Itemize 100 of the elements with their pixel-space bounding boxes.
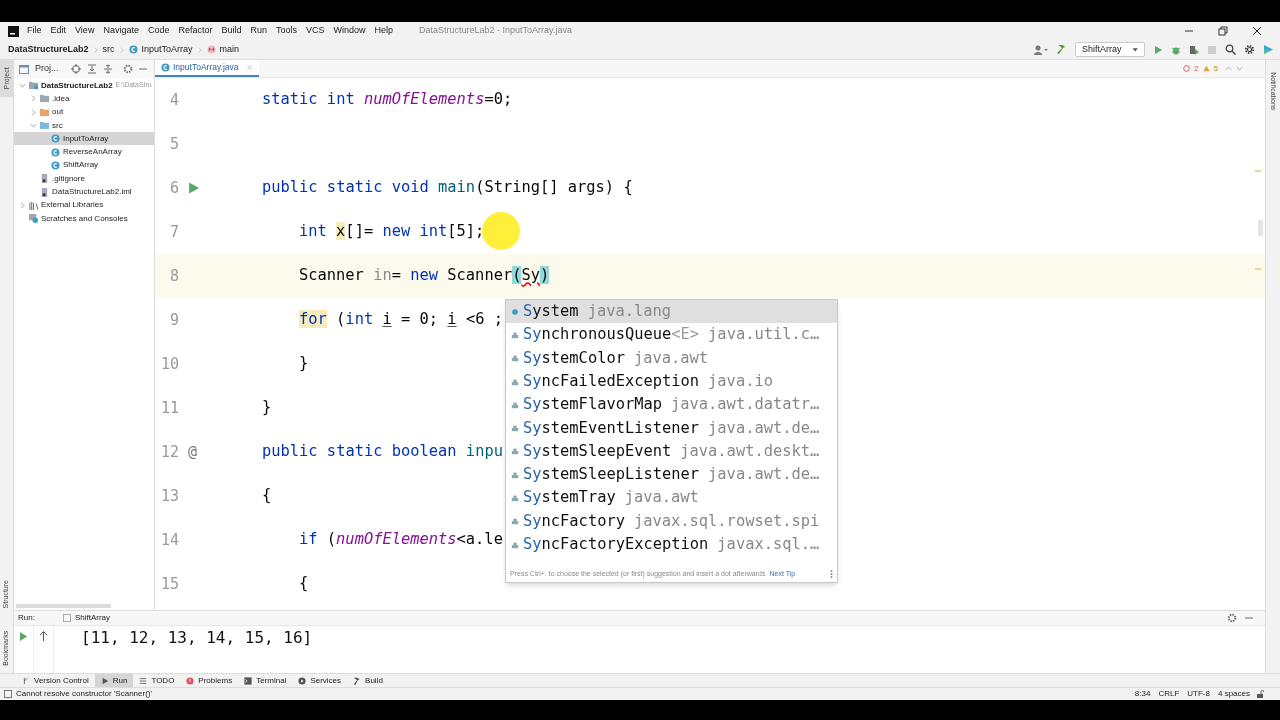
completion-item[interactable]: SyncFactoryException javax.sql.… bbox=[506, 532, 837, 557]
code-line: for (int i = 0; i <6 ; bbox=[299, 309, 503, 331]
library-icon bbox=[29, 200, 38, 210]
folder-icon bbox=[40, 121, 49, 131]
run-icon bbox=[100, 676, 109, 685]
completion-item[interactable]: SyncFailedException java.io bbox=[506, 369, 837, 394]
completion-item[interactable]: System java.lang bbox=[506, 300, 837, 324]
more-icon[interactable] bbox=[830, 570, 833, 578]
completion-item[interactable]: SyncFactory javax.sql.rowset.spi bbox=[506, 509, 837, 533]
menu-item[interactable]: View bbox=[75, 24, 95, 38]
plugin-icon[interactable] bbox=[1263, 44, 1274, 55]
hammer-icon[interactable] bbox=[1056, 44, 1067, 55]
completion-item[interactable]: SystemColor java.awt bbox=[506, 346, 837, 370]
tool-window-button[interactable]: Run bbox=[94, 674, 134, 687]
code-line: if (numOfElements<a.le bbox=[299, 529, 503, 551]
tree-item[interactable]: out bbox=[14, 105, 154, 119]
status-item[interactable]: UTF-8 bbox=[1187, 688, 1210, 700]
menu-item[interactable]: Edit bbox=[50, 24, 67, 38]
tree-item[interactable]: DataStructureLab2.iml bbox=[14, 185, 154, 199]
tree-item[interactable]: .idea bbox=[14, 92, 154, 106]
tree-item[interactable]: Scratches and Consoles bbox=[14, 211, 154, 226]
scrollbar-thumb[interactable] bbox=[1258, 220, 1263, 236]
close-icon[interactable] bbox=[1252, 26, 1262, 36]
locate-icon[interactable] bbox=[70, 64, 81, 74]
method-icon bbox=[206, 45, 216, 54]
class-icon bbox=[161, 63, 170, 72]
package-icon bbox=[511, 424, 519, 433]
tool-window-button[interactable]: Terminal bbox=[238, 674, 293, 687]
settings-icon[interactable] bbox=[122, 64, 133, 74]
line-number: 11 bbox=[159, 397, 179, 419]
tree-item[interactable]: InputToArray bbox=[14, 132, 154, 146]
menu-item[interactable]: Window bbox=[333, 24, 366, 38]
tree-item[interactable]: .gitignore bbox=[14, 172, 154, 186]
expand-all-icon[interactable] bbox=[102, 64, 113, 74]
completion-item[interactable]: SystemEventListener java.awt.de… bbox=[506, 416, 837, 440]
window-title: DataStructureLab2 - InputToArray.java bbox=[419, 24, 572, 38]
package-icon bbox=[511, 540, 519, 549]
run-tab[interactable]: ShiftArray bbox=[58, 612, 115, 625]
menu-item[interactable]: Tools bbox=[276, 24, 297, 38]
down-icon bbox=[1236, 65, 1243, 72]
tree-item[interactable]: ShiftArray bbox=[14, 158, 154, 173]
completion-item[interactable]: SystemTray java.awt bbox=[506, 486, 837, 510]
line-number: 9 bbox=[168, 309, 179, 331]
breadcrumb[interactable]: src bbox=[102, 42, 115, 57]
tool-window-button[interactable]: TODO bbox=[133, 674, 181, 687]
search-icon[interactable] bbox=[1225, 44, 1236, 55]
lock-icon[interactable] bbox=[1256, 690, 1264, 698]
rerun-icon[interactable] bbox=[19, 632, 28, 642]
menu-item[interactable]: Navigate bbox=[103, 24, 139, 38]
chevron-icon bbox=[19, 201, 26, 209]
menu-item[interactable]: File bbox=[27, 24, 42, 38]
menu-item[interactable]: Run bbox=[250, 24, 267, 38]
line-number: 7 bbox=[168, 221, 179, 243]
line-number: 4 bbox=[168, 89, 179, 111]
status-item[interactable]: 4 spaces bbox=[1217, 688, 1250, 700]
line-number: 10 bbox=[159, 353, 179, 375]
tree-item[interactable]: ReverseAnArray bbox=[14, 145, 154, 159]
settings-icon[interactable] bbox=[1244, 44, 1255, 55]
app-logo-icon bbox=[8, 25, 19, 37]
run-icon[interactable] bbox=[1153, 44, 1163, 55]
status-icon[interactable] bbox=[4, 690, 12, 698]
settings-icon[interactable] bbox=[1227, 613, 1237, 624]
run-icon[interactable] bbox=[188, 182, 199, 194]
completion-item[interactable]: SystemSleepListener java.awt.de… bbox=[506, 463, 837, 487]
package-icon bbox=[511, 447, 519, 456]
breadcrumb[interactable]: main bbox=[219, 42, 240, 57]
completion-item[interactable]: SystemFlavorMap java.awt.datatr… bbox=[506, 393, 837, 417]
panel-title[interactable]: Proj... bbox=[35, 62, 59, 76]
status-item[interactable]: CRLF bbox=[1158, 688, 1180, 700]
code-line: } bbox=[262, 397, 272, 419]
tool-window-button[interactable]: Version Control bbox=[16, 674, 95, 687]
breadcrumb[interactable]: DataStructureLab2 bbox=[8, 42, 89, 57]
menu-item[interactable]: VCS bbox=[306, 24, 325, 38]
menu-item[interactable]: Build bbox=[221, 24, 242, 38]
menu-item[interactable]: Help bbox=[374, 24, 394, 38]
breadcrumb[interactable]: InputToArray bbox=[141, 42, 193, 57]
tree-item[interactable]: External Libraries bbox=[14, 198, 154, 212]
gutter-marker[interactable]: @ bbox=[188, 440, 198, 464]
completion-item[interactable]: SystemSleepEvent java.awt.deskt… bbox=[506, 439, 837, 464]
hammer-icon bbox=[353, 676, 362, 685]
code-line: public static boolean inpu bbox=[262, 441, 503, 463]
hide-icon[interactable] bbox=[138, 65, 147, 73]
caret-icon bbox=[1131, 46, 1138, 53]
up-arrow-icon[interactable] bbox=[39, 631, 48, 642]
tool-window-button[interactable]: Services bbox=[292, 674, 348, 687]
collapse-all-icon[interactable] bbox=[86, 64, 97, 74]
editor-tab[interactable]: InputToArray.java bbox=[155, 60, 259, 77]
restore-icon[interactable] bbox=[1218, 26, 1228, 36]
error-icon bbox=[1183, 65, 1191, 72]
tool-window-button[interactable]: Problems bbox=[180, 674, 239, 687]
tree-item[interactable]: src bbox=[14, 118, 154, 133]
completion-item[interactable]: SynchronousQueue<E> java.util.c… bbox=[506, 323, 837, 347]
coverage-icon[interactable] bbox=[1189, 44, 1199, 55]
run-configuration-dropdown[interactable]: ShiftArray bbox=[1075, 42, 1145, 57]
menu-item[interactable]: Code bbox=[147, 24, 170, 38]
package-icon bbox=[511, 494, 519, 502]
status-item[interactable]: 8:34 bbox=[1134, 688, 1151, 700]
tool-window-button[interactable]: Build bbox=[347, 674, 389, 687]
user-icon[interactable] bbox=[1034, 44, 1048, 55]
menu-item[interactable]: Refactor bbox=[178, 24, 213, 38]
